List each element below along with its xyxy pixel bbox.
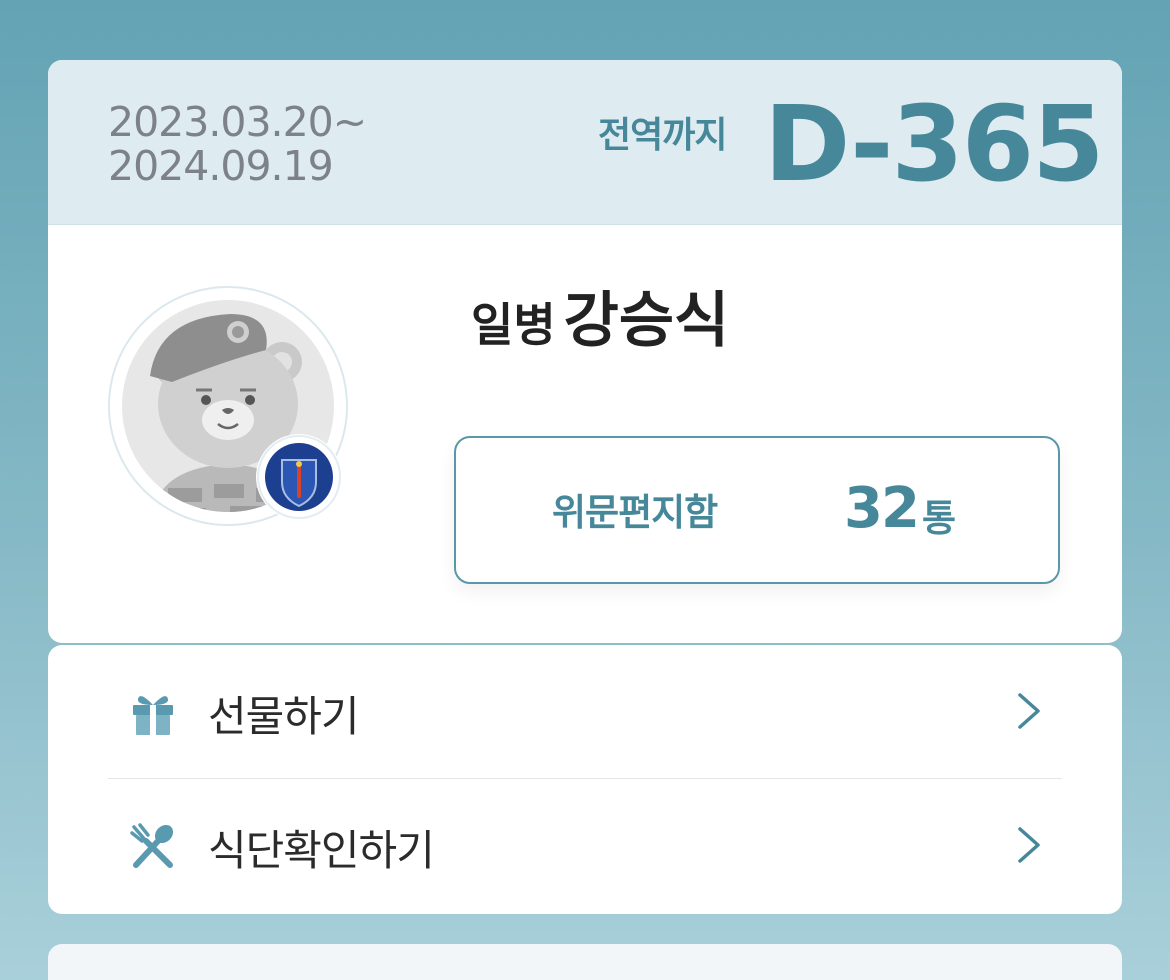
chevron-right-icon: [1018, 827, 1040, 863]
gift-icon: [133, 696, 173, 735]
menu-card: 선물하기 식단확인하기: [48, 645, 1122, 914]
dday-value: D-365: [764, 83, 1105, 205]
soldier-rank-name: 일병 강승식: [471, 288, 729, 358]
dday-label: 전역까지: [598, 115, 727, 156]
service-end-date: 2024.09.19: [108, 142, 334, 190]
menu-item-meal[interactable]: 식단확인하기: [108, 779, 1062, 912]
letter-count: 32: [844, 476, 920, 541]
menu-item-label: 선물하기: [208, 692, 360, 741]
next-card: [48, 944, 1122, 980]
avatar-container[interactable]: [108, 286, 348, 526]
army-unit-badge-icon: [256, 434, 342, 520]
rank-label: 일병: [471, 298, 556, 352]
profile-card: 2023.03.20~ 2024.09.19 전역까지 D-365 일병 강승식…: [48, 60, 1122, 643]
soldier-name: 강승식: [563, 286, 730, 356]
dday-header: 2023.03.20~ 2024.09.19 전역까지 D-365: [48, 60, 1122, 225]
letter-box-button[interactable]: 위문편지함 32 통: [454, 436, 1060, 584]
service-period: 2023.03.20~ 2024.09.19: [108, 98, 367, 190]
chevron-right-icon: [1018, 693, 1040, 729]
menu-item-label: 식단확인하기: [208, 826, 435, 875]
letter-box-label: 위문편지함: [552, 491, 718, 534]
menu-item-gift[interactable]: 선물하기: [108, 645, 1062, 779]
fork-knife-icon: [130, 823, 174, 868]
letter-count-unit: 통: [922, 497, 957, 540]
service-start-date: 2023.03.20~: [108, 98, 367, 146]
